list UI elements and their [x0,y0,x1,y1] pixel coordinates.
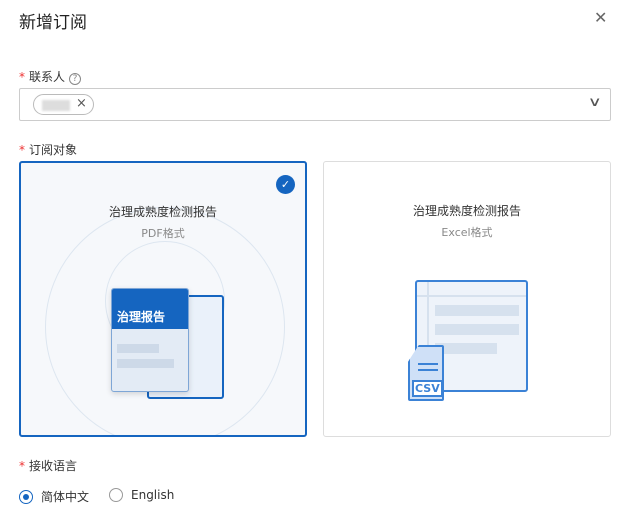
radio-checked-icon[interactable] [19,489,33,504]
option-title: 治理成熟度检测报告 [412,204,521,218]
required-mark: * [19,143,25,157]
option-title: 治理成熟度检测报告 [108,205,217,219]
check-icon: ✓ [276,175,295,194]
contact-tag-name [42,100,70,111]
dialog-title: 新增订阅 [19,13,87,33]
required-mark: * [19,70,25,84]
language-label: * 接收语言 [19,457,77,474]
contact-label-text: 联系人 [29,70,66,84]
radio-zh[interactable]: 简体中文 [19,488,89,505]
contact-tag: × [33,94,94,115]
option-format: Excel格式 [441,226,493,239]
contact-label: * 联系人? [19,68,82,85]
radio-label: English [131,488,175,502]
radio-label: 简体中文 [41,490,90,504]
radio-en[interactable]: English [109,488,174,502]
option-card-pdf[interactable]: ✓ 治理成熟度检测报告 PDF格式 治理报告 [19,161,307,437]
option-card-excel[interactable]: 治理成熟度检测报告 Excel格式 CSV [323,161,611,437]
language-label-text: 接收语言 [29,459,78,473]
required-mark: * [19,459,25,473]
option-format: PDF格式 [141,227,185,240]
chevron-down-icon[interactable]: ∨ [588,95,602,110]
target-label: * 订阅对象 [19,141,77,158]
target-label-text: 订阅对象 [29,143,78,157]
doc-title: 治理报告 [112,289,188,329]
radio-unchecked-icon[interactable] [109,488,123,502]
csv-badge: CSV [412,380,443,397]
close-icon[interactable]: ✕ [594,8,607,27]
contact-select[interactable]: × ∨ [19,88,611,121]
tag-close-icon[interactable]: × [76,96,87,111]
help-icon[interactable]: ? [69,73,82,85]
